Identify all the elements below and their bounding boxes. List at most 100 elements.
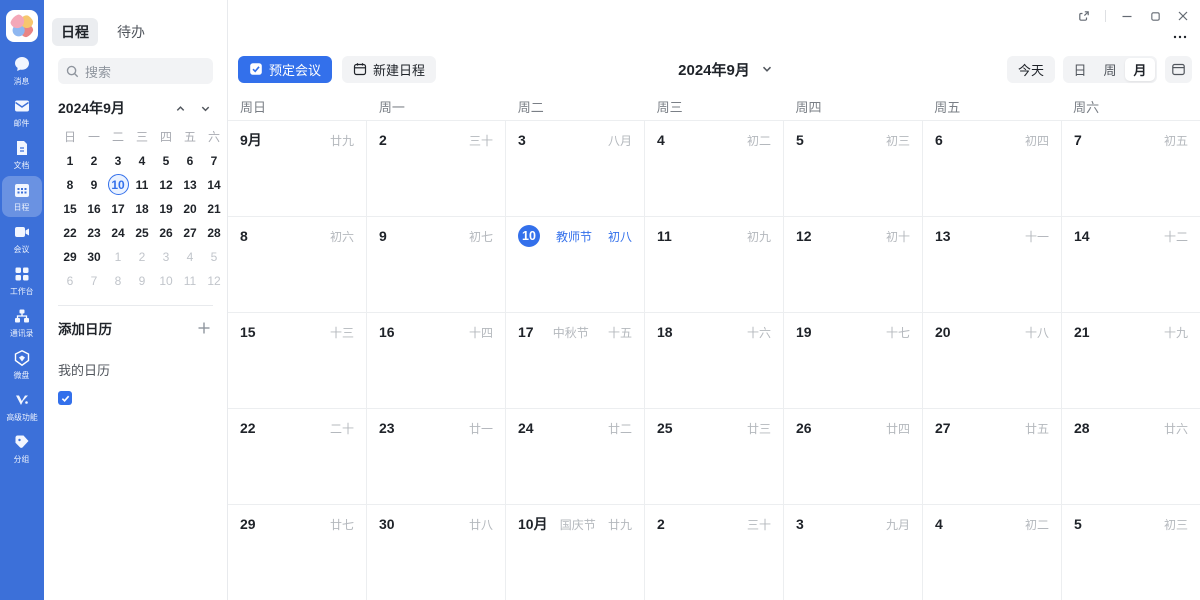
sidebar-item-calendar[interactable]: 日程 [2, 176, 42, 217]
mini-day-cell[interactable]: 3 [106, 150, 130, 171]
view-option-日[interactable]: 日 [1065, 58, 1095, 81]
day-cell[interactable]: 29廿七 [228, 505, 367, 600]
day-cell[interactable]: 26廿四 [784, 409, 923, 504]
mini-day-cell[interactable]: 25 [130, 222, 154, 243]
day-cell[interactable]: 11初九 [645, 217, 784, 312]
day-cell[interactable]: 10月国庆节廿九 [506, 505, 645, 600]
day-cell[interactable]: 19十七 [784, 313, 923, 408]
mini-day-cell[interactable]: 19 [154, 198, 178, 219]
mini-day-cell[interactable]: 3 [154, 246, 178, 267]
day-cell[interactable]: 16十四 [367, 313, 506, 408]
day-cell[interactable]: 24廿二 [506, 409, 645, 504]
sidebar-item-contacts[interactable]: 通讯录 [2, 302, 42, 343]
mini-day-cell[interactable]: 2 [82, 150, 106, 171]
mini-day-cell[interactable]: 9 [130, 270, 154, 291]
mini-day-cell[interactable]: 16 [82, 198, 106, 219]
mini-day-cell[interactable]: 23 [82, 222, 106, 243]
day-cell[interactable]: 18十六 [645, 313, 784, 408]
mini-day-cell[interactable]: 7 [202, 150, 226, 171]
mini-day-cell[interactable]: 21 [202, 198, 226, 219]
mini-prev-button[interactable] [170, 98, 190, 118]
avatar[interactable] [6, 10, 38, 42]
sidebar-item-meeting[interactable]: 会议 [2, 218, 42, 259]
day-cell[interactable]: 9初七 [367, 217, 506, 312]
day-cell[interactable]: 20十八 [923, 313, 1062, 408]
day-cell[interactable]: 12初十 [784, 217, 923, 312]
mini-day-cell[interactable]: 6 [178, 150, 202, 171]
tab-todo[interactable]: 待办 [108, 18, 154, 46]
mini-day-cell[interactable]: 10 [154, 270, 178, 291]
mini-day-cell[interactable]: 24 [106, 222, 130, 243]
calendar-checkbox[interactable] [58, 391, 72, 405]
day-cell[interactable]: 25廿三 [645, 409, 784, 504]
mini-day-cell[interactable]: 22 [58, 222, 82, 243]
add-calendar-button[interactable] [195, 319, 213, 337]
mini-day-cell[interactable]: 11 [178, 270, 202, 291]
mini-day-cell[interactable]: 10 [106, 174, 130, 195]
sidebar-item-group[interactable]: 分组 [2, 428, 42, 469]
mini-day-cell[interactable]: 5 [202, 246, 226, 267]
my-calendar-item[interactable] [44, 379, 227, 405]
mini-day-cell[interactable]: 12 [154, 174, 178, 195]
mini-day-cell[interactable]: 20 [178, 198, 202, 219]
day-cell[interactable]: 27廿五 [923, 409, 1062, 504]
mini-next-button[interactable] [195, 98, 215, 118]
day-cell[interactable]: 17中秋节十五 [506, 313, 645, 408]
day-cell[interactable]: 21十九 [1062, 313, 1200, 408]
mini-day-cell[interactable]: 9 [82, 174, 106, 195]
sidebar-item-advanced[interactable]: 高级功能 [2, 386, 42, 427]
sidebar-item-workbench[interactable]: 工作台 [2, 260, 42, 301]
mini-day-cell[interactable]: 27 [178, 222, 202, 243]
mini-day-cell[interactable]: 17 [106, 198, 130, 219]
day-cell[interactable]: 13十一 [923, 217, 1062, 312]
tab-schedule[interactable]: 日程 [52, 18, 98, 46]
next-month-button[interactable] [757, 59, 777, 79]
day-cell[interactable]: 3九月 [784, 505, 923, 600]
sidebar-item-docs[interactable]: 文档 [2, 134, 42, 175]
day-cell[interactable]: 15十三 [228, 313, 367, 408]
day-cell[interactable]: 8初六 [228, 217, 367, 312]
day-cell[interactable]: 28廿六 [1062, 409, 1200, 504]
day-cell[interactable]: 10教师节初八 [506, 217, 645, 312]
day-cell[interactable]: 4初二 [923, 505, 1062, 600]
prev-month-button[interactable] [731, 59, 751, 79]
mini-day-cell[interactable]: 28 [202, 222, 226, 243]
mini-day-cell[interactable]: 8 [106, 270, 130, 291]
view-option-周[interactable]: 周 [1095, 58, 1125, 81]
mini-day-cell[interactable]: 8 [58, 174, 82, 195]
layout-toggle-button[interactable] [1165, 56, 1192, 83]
book-meeting-button[interactable]: 预定会议 [238, 56, 332, 83]
day-cell[interactable]: 30廿八 [367, 505, 506, 600]
mini-day-cell[interactable]: 2 [130, 246, 154, 267]
mini-day-cell[interactable]: 18 [130, 198, 154, 219]
day-cell[interactable]: 9月廿九 [228, 121, 367, 216]
sidebar-item-mail[interactable]: 邮件 [2, 92, 42, 133]
mini-day-cell[interactable]: 15 [58, 198, 82, 219]
day-cell[interactable]: 5初三 [1062, 505, 1200, 600]
mini-day-cell[interactable]: 4 [130, 150, 154, 171]
day-cell[interactable]: 4初二 [645, 121, 784, 216]
mini-day-cell[interactable]: 7 [82, 270, 106, 291]
day-cell[interactable]: 5初三 [784, 121, 923, 216]
mini-day-cell[interactable]: 12 [202, 270, 226, 291]
new-event-button[interactable]: 新建日程 [342, 56, 436, 83]
day-cell[interactable]: 2三十 [367, 121, 506, 216]
mini-day-cell[interactable]: 13 [178, 174, 202, 195]
sidebar-item-message[interactable]: 消息 [2, 50, 42, 91]
mini-day-cell[interactable]: 11 [130, 174, 154, 195]
mini-day-cell[interactable]: 29 [58, 246, 82, 267]
day-cell[interactable]: 22二十 [228, 409, 367, 504]
day-cell[interactable]: 3八月 [506, 121, 645, 216]
mini-day-cell[interactable]: 26 [154, 222, 178, 243]
mini-day-cell[interactable]: 14 [202, 174, 226, 195]
day-cell[interactable]: 23廿一 [367, 409, 506, 504]
mini-day-cell[interactable]: 6 [58, 270, 82, 291]
mini-day-cell[interactable]: 1 [106, 246, 130, 267]
day-cell[interactable]: 7初五 [1062, 121, 1200, 216]
sidebar-item-drive[interactable]: 微盘 [2, 344, 42, 385]
today-button[interactable]: 今天 [1007, 56, 1055, 83]
view-option-月[interactable]: 月 [1125, 58, 1155, 81]
day-cell[interactable]: 2三十 [645, 505, 784, 600]
mini-day-cell[interactable]: 1 [58, 150, 82, 171]
day-cell[interactable]: 14十二 [1062, 217, 1200, 312]
